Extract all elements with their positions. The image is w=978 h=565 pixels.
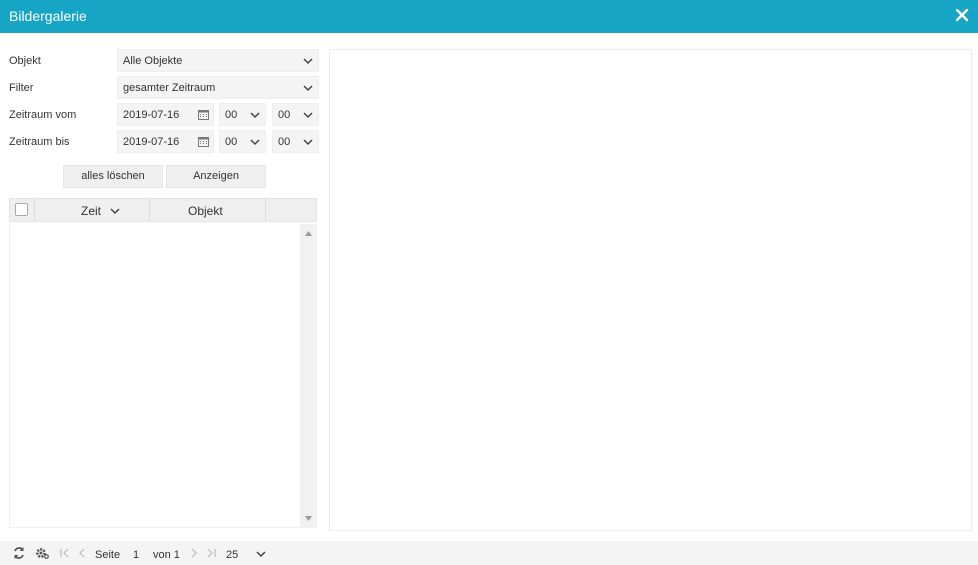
to-hour-value: 00 [225, 136, 238, 148]
select-all-checkbox[interactable] [15, 203, 28, 216]
calendar-icon[interactable] [198, 136, 209, 147]
show-button[interactable]: Anzeigen [166, 165, 266, 188]
close-icon[interactable] [952, 5, 972, 25]
object-label: Objekt [9, 55, 41, 67]
to-date-input[interactable]: 2019-07-16 [117, 130, 214, 153]
previous-page-icon[interactable] [75, 546, 89, 560]
last-page-icon[interactable] [204, 546, 218, 560]
column-header-time[interactable]: Zeit [35, 199, 150, 221]
scroll-up-icon[interactable] [305, 231, 312, 236]
page-size-value: 25 [226, 549, 239, 561]
grid-header: Zeit Objekt [9, 198, 317, 222]
refresh-icon[interactable] [12, 546, 26, 560]
from-label: Zeitraum vom [9, 109, 77, 121]
column-header-time-label: Zeit [81, 204, 102, 218]
first-page-icon[interactable] [58, 546, 72, 560]
to-hour-select[interactable]: 00 [219, 130, 266, 153]
page-size-chevron-down-icon[interactable] [256, 550, 266, 558]
title-bar: Bildergalerie [0, 0, 978, 33]
to-date-value: 2019-07-16 [123, 136, 180, 148]
to-minute-value: 00 [278, 136, 291, 148]
from-hour-select[interactable]: 00 [219, 103, 266, 126]
list-scrollbar[interactable] [300, 224, 317, 528]
chevron-down-icon [303, 58, 313, 65]
filter-label: Filter [9, 82, 34, 94]
from-hour-value: 00 [225, 109, 238, 121]
page-count-label: von 1 [153, 549, 180, 561]
chevron-down-icon [250, 112, 260, 119]
chevron-down-icon [303, 85, 313, 92]
to-label: Zeitraum bis [9, 136, 70, 148]
image-list [9, 224, 317, 528]
current-page-input[interactable]: 1 [133, 549, 139, 561]
scroll-down-icon[interactable] [305, 516, 312, 521]
from-date-value: 2019-07-16 [123, 109, 180, 121]
to-minute-select[interactable]: 00 [272, 130, 319, 153]
settings-icon[interactable] [35, 546, 49, 560]
object-select-value: Alle Objekte [123, 55, 183, 67]
column-header-object-label: Objekt [188, 204, 223, 218]
next-page-icon[interactable] [187, 546, 201, 560]
chevron-down-icon [303, 139, 313, 146]
page-label: Seite [95, 549, 121, 561]
chevron-down-icon [250, 139, 260, 146]
chevron-down-icon [303, 112, 313, 119]
from-minute-value: 00 [278, 109, 291, 121]
filter-select-value: gesamter Zeitraum [123, 82, 216, 94]
from-date-input[interactable]: 2019-07-16 [117, 103, 214, 126]
sort-chevron-down-icon [110, 208, 120, 215]
calendar-icon[interactable] [198, 109, 209, 120]
clear-all-button[interactable]: alles löschen [63, 165, 163, 188]
select-all-column [10, 199, 35, 221]
filter-select[interactable]: gesamter Zeitraum [117, 76, 319, 99]
object-select[interactable]: Alle Objekte [117, 49, 319, 72]
pagination-bar: Seite 1 von 1 25 [0, 541, 978, 565]
window-title: Bildergalerie [9, 8, 87, 24]
image-preview-panel [329, 49, 972, 531]
column-header-object[interactable]: Objekt [150, 199, 266, 221]
from-minute-select[interactable]: 00 [272, 103, 319, 126]
